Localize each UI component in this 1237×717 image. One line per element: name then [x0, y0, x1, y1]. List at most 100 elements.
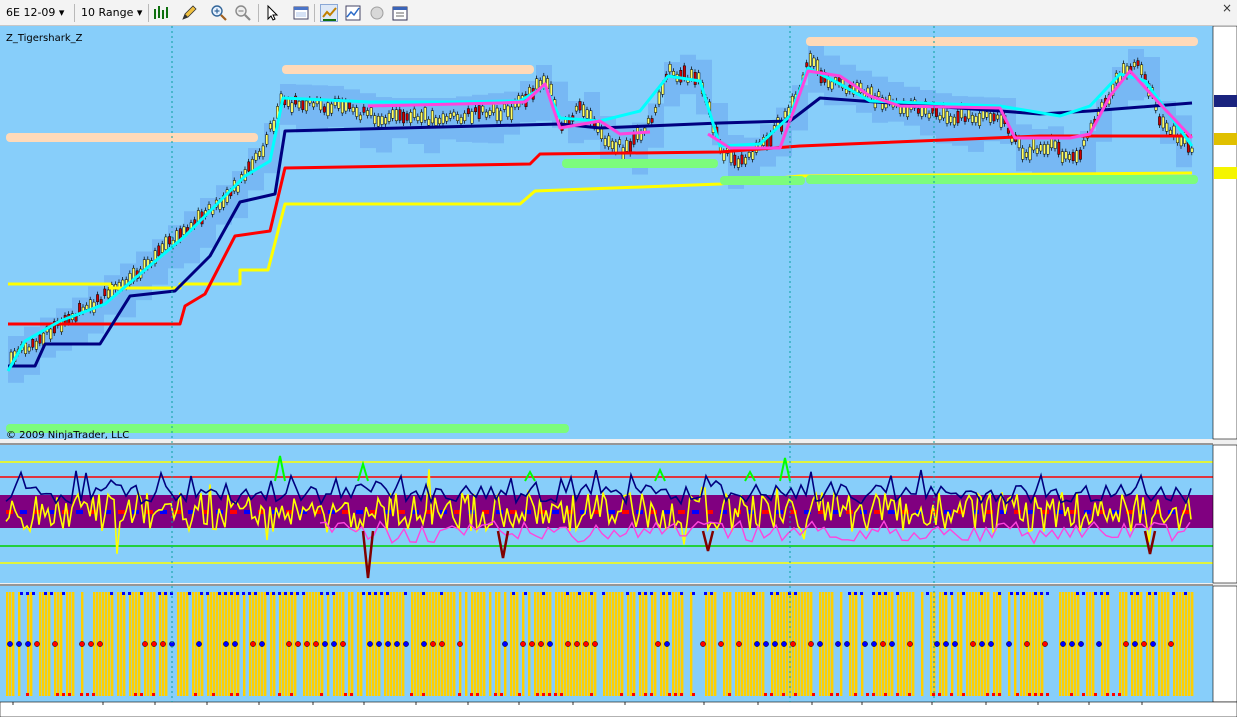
candle-body — [391, 109, 395, 119]
histogram-bar — [105, 592, 108, 696]
zoom-out-icon[interactable] — [234, 4, 252, 22]
histogram-bar — [825, 592, 828, 696]
period-selector[interactable]: 10 Range ▾ — [81, 3, 142, 22]
histogram-bar — [1182, 592, 1185, 696]
candle-body — [362, 106, 366, 113]
histogram-top-marker — [1148, 592, 1151, 595]
histogram-top-marker — [626, 592, 629, 595]
histogram-dot — [592, 641, 598, 647]
price-axis[interactable] — [1212, 26, 1237, 440]
close-icon[interactable]: × — [1220, 2, 1234, 16]
histogram-bar — [465, 592, 468, 696]
histogram-dot — [286, 641, 292, 647]
candle-body — [1168, 129, 1172, 135]
candle-body — [434, 117, 438, 126]
candle-body — [27, 346, 31, 352]
histogram-top-marker — [326, 592, 329, 595]
candle-body — [326, 102, 330, 117]
candle-body — [160, 243, 164, 253]
histogram-bar — [66, 592, 69, 696]
histogram-bar — [69, 592, 72, 696]
draw-pencil-icon[interactable] — [180, 4, 198, 22]
candle-body — [376, 115, 380, 127]
histogram-bar — [996, 592, 999, 696]
histogram-bottom-marker — [26, 693, 29, 696]
candle-body — [610, 140, 614, 149]
chart-trader-icon[interactable] — [344, 4, 362, 22]
cursor-arrow-icon[interactable] — [264, 4, 282, 22]
histogram-bar — [351, 592, 354, 696]
candle-body — [1060, 151, 1064, 163]
histogram-bar — [138, 592, 141, 696]
properties-icon[interactable] — [292, 4, 310, 22]
histogram-dot — [1060, 641, 1066, 647]
candle-body — [625, 140, 629, 152]
candle-body — [970, 114, 974, 123]
histogram-top-marker — [1136, 592, 1139, 595]
histogram-bottom-marker — [812, 693, 815, 696]
histogram-bar — [1119, 592, 1122, 696]
histogram-axis[interactable] — [1212, 585, 1237, 703]
candle-body — [1158, 116, 1162, 126]
histogram-dot — [952, 641, 958, 647]
histogram-bar — [558, 592, 561, 696]
candle-body — [1042, 144, 1046, 155]
histogram-bottom-marker — [650, 693, 653, 696]
histogram-dot — [970, 641, 976, 647]
candle-body — [1161, 116, 1165, 129]
histogram-top-marker — [206, 592, 209, 595]
time-axis[interactable] — [0, 701, 1237, 717]
histogram-bar — [690, 592, 693, 696]
candle-body — [412, 108, 416, 118]
candle-body — [78, 303, 82, 314]
candle-body — [466, 108, 470, 115]
oscillator-axis[interactable] — [1212, 444, 1237, 584]
histogram-top-marker — [158, 592, 161, 595]
histogram-bottom-marker — [1016, 693, 1019, 696]
status-circle-icon[interactable] — [368, 4, 386, 22]
histogram-bottom-marker — [830, 693, 833, 696]
instrument-label: 6E 12-09 — [6, 6, 56, 19]
candle-body — [366, 110, 370, 116]
candle-body — [1046, 144, 1050, 155]
candle-body — [301, 100, 305, 110]
histogram-dot — [934, 641, 940, 647]
histogram-bar — [615, 592, 618, 696]
toolbar-separator — [74, 4, 75, 22]
price-marker — [1214, 167, 1237, 179]
histogram-bottom-marker — [86, 693, 89, 696]
histogram-bottom-marker — [320, 693, 323, 696]
histogram-dot — [25, 641, 31, 647]
histogram-bar — [627, 592, 630, 696]
candle-body — [988, 113, 992, 123]
histogram-top-marker — [32, 592, 35, 595]
candle-body — [261, 145, 265, 157]
candle-body — [1075, 150, 1079, 163]
bar-type-icon[interactable] — [152, 4, 170, 22]
histogram-top-marker — [710, 592, 713, 595]
candle-body — [646, 118, 650, 124]
histogram-bar — [621, 592, 624, 696]
candle-body — [272, 120, 276, 132]
histogram-top-marker — [872, 592, 875, 595]
histogram-dot — [52, 641, 58, 647]
calendar-icon[interactable] — [391, 4, 409, 22]
histogram-bottom-marker — [1082, 693, 1085, 696]
histogram-bar — [45, 592, 48, 696]
histogram-bottom-marker — [350, 693, 353, 696]
histogram-bar — [639, 592, 642, 696]
candle-body — [945, 111, 949, 124]
resistance-zone — [806, 37, 1198, 46]
histogram-dot — [430, 641, 436, 647]
histogram-bar — [714, 592, 717, 696]
histogram-bar — [516, 592, 519, 696]
histogram-bar — [921, 592, 924, 696]
candle-body — [196, 210, 200, 222]
instrument-selector[interactable]: 6E 12-09 ▾ — [6, 3, 64, 22]
data-box-icon[interactable] — [320, 4, 338, 22]
chart-area[interactable]: Z_Tigershark_Z © 2009 NinjaTrader, LLC — [0, 26, 1237, 717]
histogram-bar — [726, 592, 729, 696]
histogram-bar — [483, 592, 486, 696]
histogram-bar — [1092, 592, 1095, 696]
zoom-in-icon[interactable] — [210, 4, 228, 22]
